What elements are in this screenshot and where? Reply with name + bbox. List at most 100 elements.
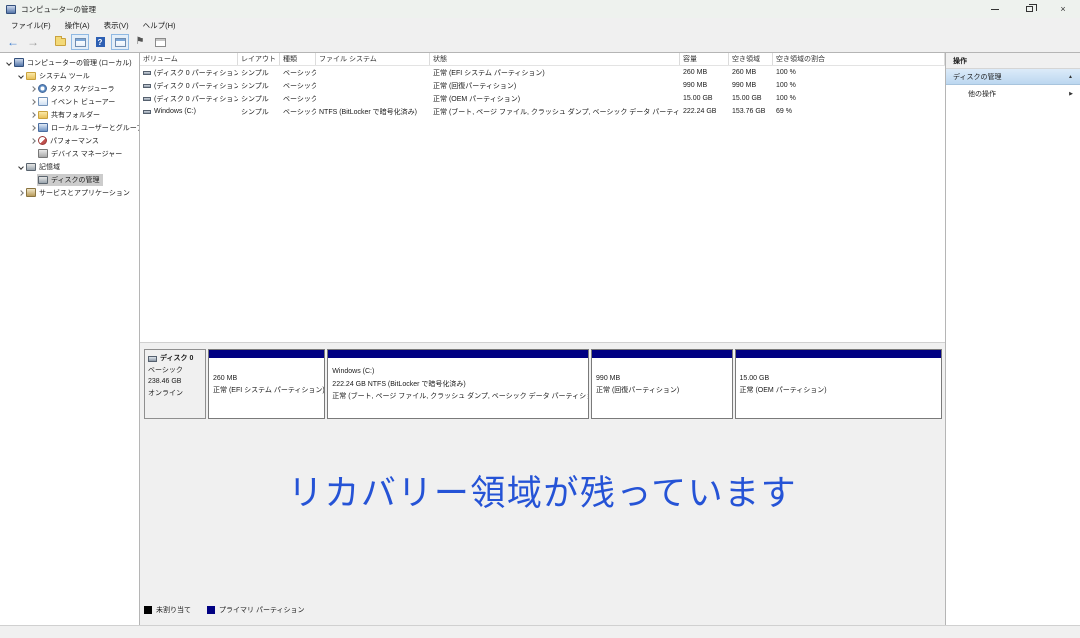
tree-item-content: コンピューターの管理 (ローカル) [13, 57, 135, 69]
menu-action[interactable]: 操作(A) [58, 18, 97, 32]
disk-0-label[interactable]: ディスク 0 ベーシック 238.46 GB オンライン [144, 349, 206, 419]
tree-system-tools[interactable]: システム ツール [0, 69, 139, 82]
tree-root-computer-management[interactable]: コンピューターの管理 (ローカル) [0, 56, 139, 69]
volume-row[interactable]: (ディスク 0 パーティション 4)シンプル ベーシック 正常 (回復パーティション… [140, 79, 945, 92]
more-actions-label: 他の操作 [968, 90, 996, 98]
minimize-button[interactable] [978, 0, 1012, 18]
volume-cell-text: (ディスク 0 パーティション 5) [154, 95, 238, 103]
tree-task-scheduler[interactable]: タスク スケジューラ [0, 82, 139, 95]
tree-item-content: ローカル ユーザーとグループ [37, 122, 140, 134]
tree-expanded-chevron-icon[interactable] [4, 59, 13, 66]
restore-button[interactable] [1012, 0, 1046, 18]
tree-collapsed-chevron-icon[interactable] [28, 85, 37, 92]
partition-text: Windows (C:) 222.24 GB NTFS (BitLocker で暗… [328, 358, 588, 418]
forward-button[interactable]: → [24, 34, 42, 50]
volume-list-header: ボリューム レイアウト 種類 ファイル システム 状態 容量 空き領域 空き領域の割合 [140, 53, 945, 66]
tree-item-label: イベント ビューアー [51, 98, 116, 106]
up-level-button[interactable] [51, 34, 69, 50]
volume-row[interactable]: Windows (C:) シンプル ベーシック NTFS (BitLocker で暗号… [140, 105, 945, 118]
volume-icon [143, 70, 151, 75]
tree-expanded-chevron-icon[interactable] [16, 163, 25, 170]
tree-collapsed-chevron-icon[interactable] [28, 111, 37, 118]
tree-shared-folders[interactable]: 共有フォルダー [0, 108, 139, 121]
volume-row[interactable]: (ディスク 0 パーティション 5)シンプル ベーシック 正常 (OEM パーティシ… [140, 92, 945, 105]
more-actions-item[interactable]: 他の操作 ▶ [946, 85, 1080, 102]
tree-item-content: 共有フォルダー [37, 109, 103, 121]
partition-efi[interactable]: 260 MB 正常 (EFI システム パーティション) [208, 349, 326, 419]
console-tree-toggle-button[interactable] [71, 34, 89, 50]
collapse-arrow-icon[interactable]: ▲ [1068, 74, 1073, 80]
actions-group-disk-management[interactable]: ディスクの管理 ▲ [946, 69, 1080, 85]
tree-device-manager[interactable]: デバイス マネージャー [0, 147, 139, 160]
partition-oem[interactable]: 15.00 GB 正常 (OEM パーティション) [734, 349, 943, 419]
window-controls: × [978, 0, 1080, 18]
partition-line: Windows (C:) [332, 368, 375, 376]
tree-item-label: ローカル ユーザーとグループ [51, 124, 140, 132]
close-button[interactable]: × [1046, 0, 1080, 18]
primary-partition-strip [328, 350, 589, 358]
overlay-annotation: リカバリー領域が残っています [287, 474, 798, 513]
tree-expanded-chevron-icon[interactable] [16, 72, 25, 79]
volume-cell: ベーシック [280, 105, 316, 118]
menu-help[interactable]: ヘルプ(H) [136, 18, 183, 32]
volume-cell-text: 15.00 GB [732, 95, 762, 102]
column-header: 種類 [280, 53, 316, 65]
tree-item-content: システム ツール [25, 70, 93, 82]
partition-windows-c[interactable]: Windows (C:) 222.24 GB NTFS (BitLocker で暗… [327, 349, 590, 419]
volume-cell-text: 15.00 GB [683, 95, 713, 102]
services-icon [26, 188, 36, 197]
disk-size: 238.46 GB [148, 378, 182, 385]
tree-performance[interactable]: パフォーマンス [0, 134, 139, 147]
titlebar: コンピューターの管理 × [0, 0, 1080, 18]
volume-cell-text: 正常 (回復パーティション) [433, 82, 517, 90]
tree-local-users-groups[interactable]: ローカル ユーザーとグループ [0, 121, 139, 134]
volume-cell [316, 66, 430, 79]
legend: 未割り当て プライマリ パーティション [144, 605, 305, 615]
volume-cell: シンプル [238, 66, 280, 79]
help-icon: ? [95, 37, 105, 47]
primary-partition-strip [209, 350, 325, 358]
legend-label: プライマリ パーティション [219, 607, 305, 614]
tree-item-label: ディスクの管理 [51, 176, 100, 184]
help-button[interactable]: ? [91, 34, 109, 50]
tree-collapsed-chevron-icon[interactable] [28, 137, 37, 144]
volume-cell: 100 % [773, 79, 945, 92]
tree-event-viewer[interactable]: イベント ビューアー [0, 95, 139, 108]
forward-icon: → [27, 35, 39, 49]
export-list-button[interactable]: ⚑ [131, 34, 149, 50]
back-button[interactable]: ← [4, 34, 22, 50]
menu-view[interactable]: 表示(V) [97, 18, 136, 32]
tree-services-applications[interactable]: サービスとアプリケーション [0, 186, 139, 199]
volume-cell-text: ベーシック [283, 82, 316, 90]
volume-cell-text: 正常 (ブート, ページ ファイル, クラッシュ ダンプ, ベーシック データ … [433, 108, 680, 116]
tree-storage[interactable]: 記憶域 [0, 160, 139, 173]
action-pane-toggle-button[interactable] [111, 34, 129, 50]
volume-cell: ベーシック [280, 79, 316, 92]
export-list-icon: ⚑ [135, 36, 145, 47]
computer-management-window: コンピューターの管理 × ファイル(F) 操作(A) 表示(V) ヘルプ(H) ← →?… [0, 0, 1080, 638]
disk-graphic-pane: ディスク 0 ベーシック 238.46 GB オンライン 260 MB 正常 (E… [140, 343, 945, 625]
volume-cell: 正常 (ブート, ページ ファイル, クラッシュ ダンプ, ベーシック データ … [430, 105, 680, 118]
partition-recovery[interactable]: 990 MB 正常 (回復パーティション) [591, 349, 733, 419]
tree-collapsed-chevron-icon[interactable] [28, 124, 37, 131]
volume-cell: ベーシック [280, 66, 316, 79]
tree-collapsed-chevron-icon[interactable] [28, 98, 37, 105]
disk-0-row: ディスク 0 ベーシック 238.46 GB オンライン 260 MB 正常 (E… [144, 349, 943, 419]
tree-disk-management[interactable]: ディスクの管理 [0, 173, 139, 186]
tree-item-content: デバイス マネージャー [37, 148, 125, 160]
properties-pane-icon [154, 37, 166, 47]
menu-file[interactable]: ファイル(F) [4, 18, 58, 32]
volume-cell: 15.00 GB [680, 92, 729, 105]
volume-cell-text: 260 MB [683, 69, 708, 76]
volume-cell: 正常 (EFI システム パーティション) [430, 66, 680, 79]
volume-cell: 正常 (回復パーティション) [430, 79, 680, 92]
volume-row[interactable]: (ディスク 0 パーティション 1)シンプル ベーシック 正常 (EFI システム … [140, 66, 945, 79]
column-header: ファイル システム [316, 53, 430, 65]
properties-pane-button[interactable] [151, 34, 169, 50]
volume-list: ボリューム レイアウト 種類 ファイル システム 状態 容量 空き領域 空き領域の割合 (ディ… [140, 53, 945, 343]
legend-color-swatch [144, 606, 152, 614]
tree-item-label: 記憶域 [39, 163, 60, 171]
tree-collapsed-chevron-icon[interactable] [16, 189, 25, 196]
volume-cell: 69 % [773, 105, 945, 118]
volume-cell: 100 % [773, 66, 945, 79]
